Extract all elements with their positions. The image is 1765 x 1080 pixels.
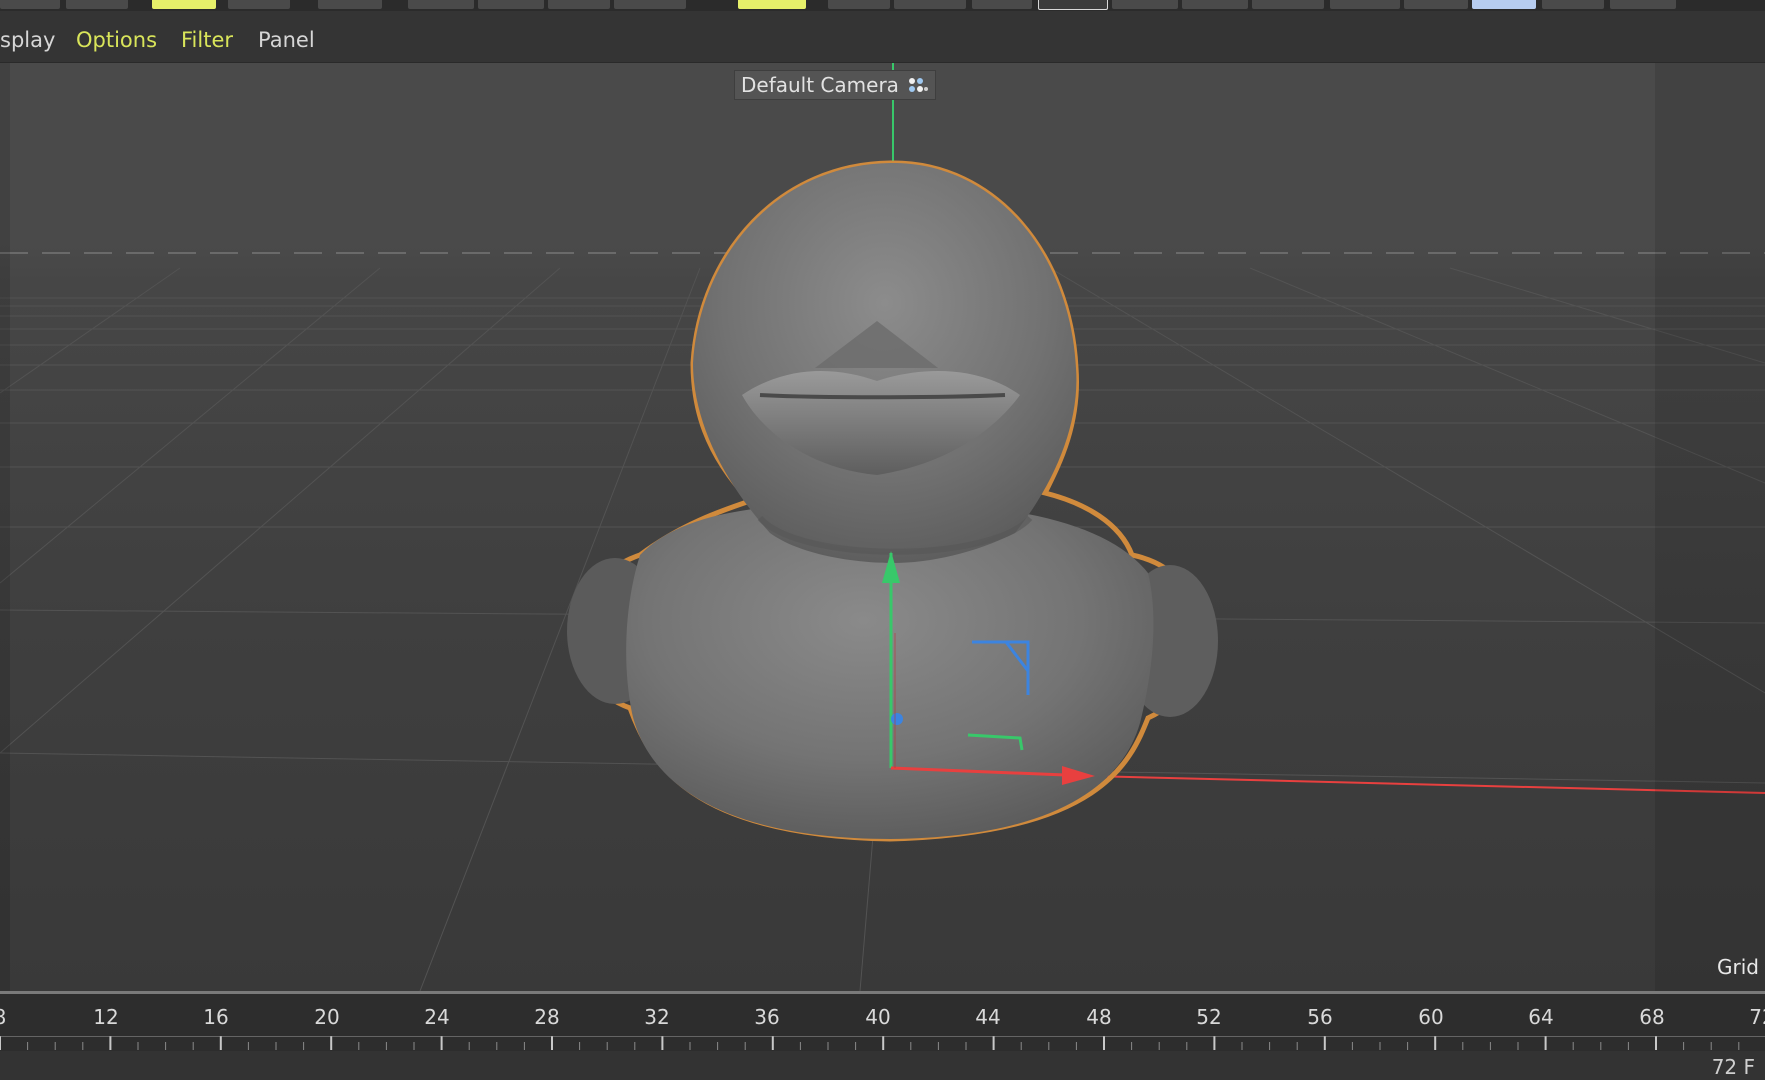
timeline-number: 12 [93,1005,119,1029]
toolbar-button[interactable] [972,0,1032,9]
timeline-number: 28 [534,1005,560,1029]
timeline-number: 56 [1307,1005,1333,1029]
toolbar-button[interactable] [1330,0,1400,9]
toolbar-button-selected[interactable] [1038,0,1108,10]
toolbar-button[interactable] [478,0,544,9]
toolbar-button[interactable] [1182,0,1248,9]
timeline-number: 32 [644,1005,670,1029]
top-toolbar [0,0,1765,11]
viewport-3d[interactable]: Default Camera Grid [0,63,1765,991]
toolbar-button[interactable] [1252,0,1324,9]
menu-display[interactable]: splay [0,28,55,52]
status-bar: 72 F [0,1051,1765,1080]
timeline-number: 36 [754,1005,780,1029]
toolbar-button[interactable] [408,0,474,9]
timeline-number: 64 [1528,1005,1554,1029]
timeline-number: 24 [424,1005,450,1029]
toolbar-button[interactable] [1542,0,1604,9]
timeline-number: 52 [1196,1005,1222,1029]
toolbar-button[interactable] [0,0,60,9]
timeline-number: 68 [1639,1005,1665,1029]
toolbar-button[interactable] [1404,0,1468,9]
toolbar-button[interactable] [894,0,966,9]
camera-dots-icon [908,78,928,92]
grid-label: Grid [1717,955,1759,979]
toolbar-button-active[interactable] [152,0,216,9]
end-frame-label: 72 F [1711,1055,1755,1079]
menu-options[interactable]: Options [76,28,157,52]
camera-label-text: Default Camera [741,73,899,97]
toolbar-button[interactable] [66,0,128,9]
toolbar-button[interactable] [614,0,686,9]
gizmo-z-handle[interactable] [891,713,903,725]
timeline-number: 60 [1418,1005,1444,1029]
viewport-left-edge [0,63,10,991]
timeline-number: 48 [1086,1005,1112,1029]
toolbar-button[interactable] [828,0,890,9]
beak-mouth [759,393,1006,400]
timeline-ticks [0,1036,1765,1050]
timeline-number: 16 [203,1005,229,1029]
menu-panel[interactable]: Panel [258,28,315,52]
toolbar-button[interactable] [318,0,382,9]
viewport-scene [0,63,1765,991]
timeline-number: 72 [1749,1005,1765,1029]
timeline-number: 20 [314,1005,340,1029]
timeline-number: 44 [975,1005,1001,1029]
camera-label[interactable]: Default Camera [734,70,936,100]
toolbar-button-blue[interactable] [1472,0,1536,9]
menu-filter[interactable]: Filter [181,28,233,52]
toolbar-button[interactable] [1610,0,1676,9]
viewport-right-panel [1655,63,1765,991]
toolbar-button-active[interactable] [738,0,806,9]
viewport-menubar: splay Options Filter Panel [0,11,1765,63]
toolbar-button[interactable] [548,0,610,9]
toolbar-button[interactable] [228,0,290,9]
timeline-ruler[interactable]: 8 12 16 20 24 28 32 36 40 44 48 52 56 60… [0,991,1765,1054]
timeline-number: 8 [0,1005,6,1029]
timeline-number: 40 [865,1005,891,1029]
toolbar-button[interactable] [1112,0,1178,9]
